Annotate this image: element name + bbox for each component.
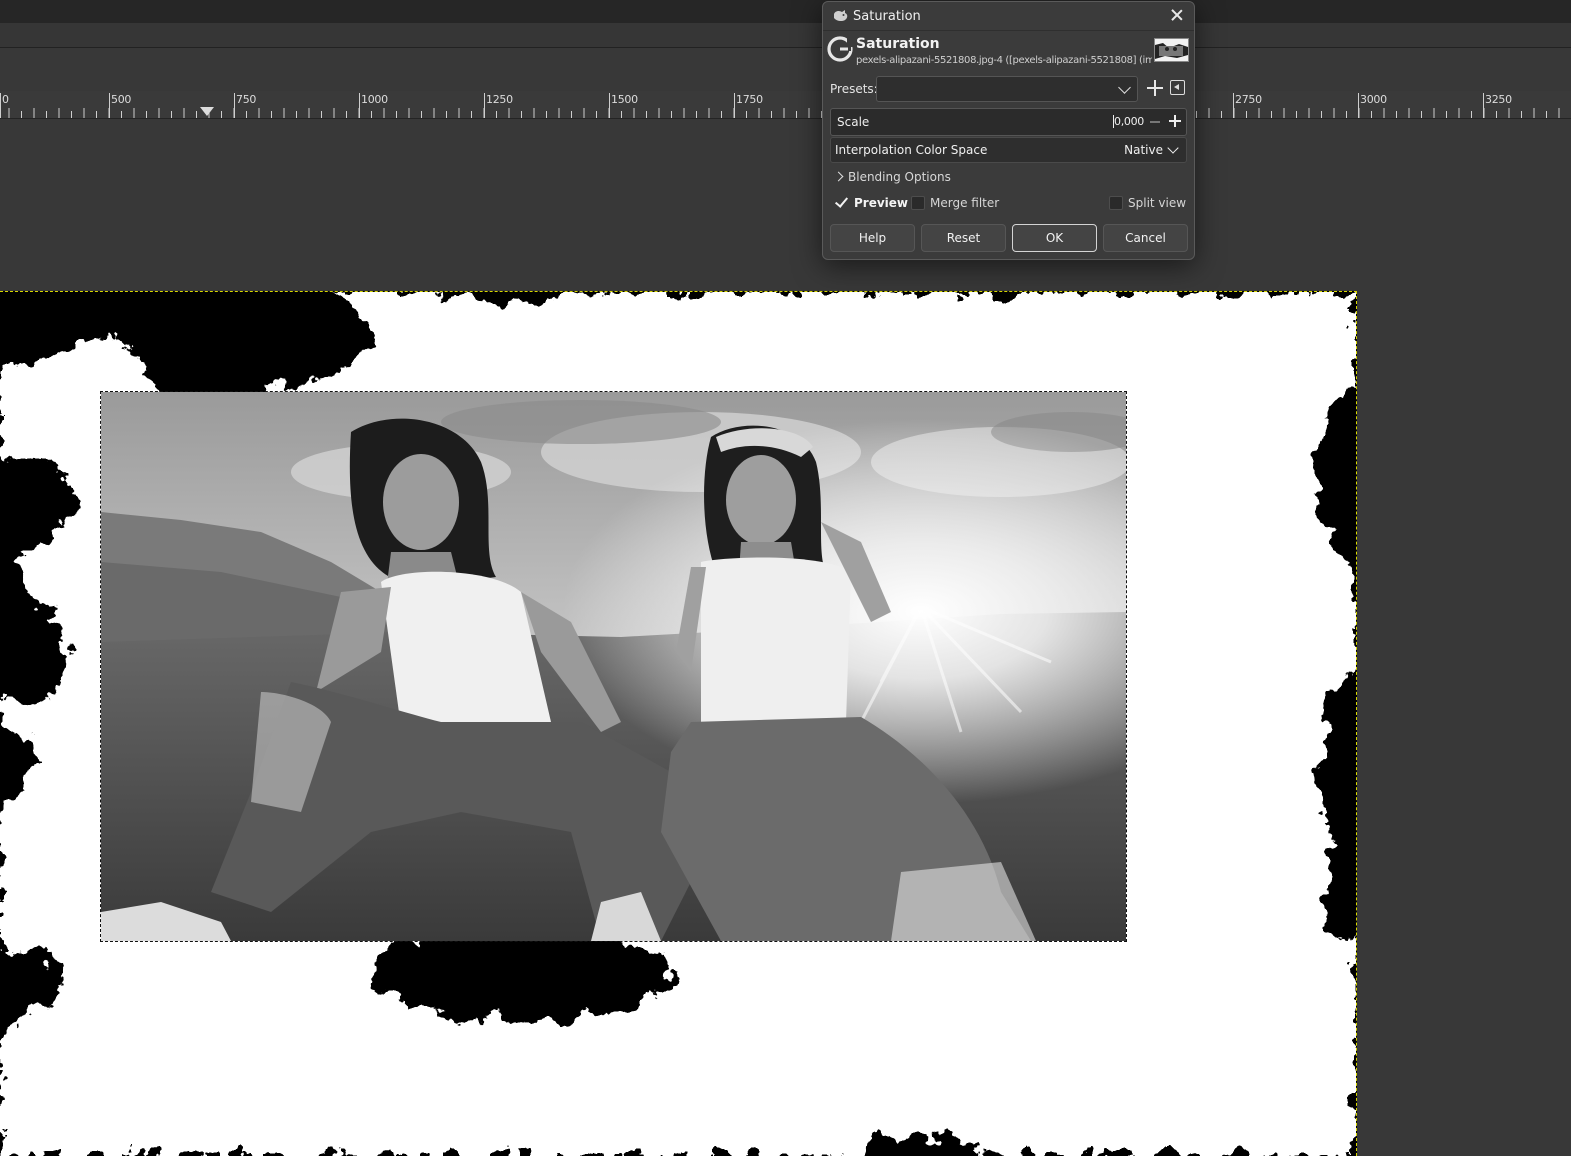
ruler-label: 1000 [359, 93, 388, 118]
pointer-position-marker [200, 107, 214, 116]
merge-filter-label: Merge filter [930, 196, 1000, 210]
dialog-buttons: Help Reset OK Cancel [830, 224, 1188, 252]
operation-header: Saturation pexels-alipazani-5521808.jpg-… [827, 35, 1189, 71]
ruler-label: 3250 [1483, 93, 1512, 118]
checkbox-box [911, 196, 925, 210]
dialog-titlebar[interactable]: Saturation [823, 2, 1194, 31]
preview-label: Preview [854, 196, 909, 210]
presets-label: Presets: [830, 82, 878, 96]
interpolation-value: Native [1124, 143, 1163, 157]
ruler-label: 0 [0, 93, 9, 118]
help-button[interactable]: Help [830, 224, 915, 252]
layer-thumbnail [1154, 38, 1189, 62]
saturation-dialog: Saturation Saturation pexels-alipazani-5… [822, 1, 1195, 260]
interpolation-label: Interpolation Color Space [835, 143, 988, 157]
interpolation-color-space-dropdown[interactable]: Interpolation Color Space Native [830, 137, 1187, 163]
title-bar [0, 0, 1571, 23]
ruler-label: 500 [108, 93, 132, 118]
operation-subtitle: pexels-alipazani-5521808.jpg-4 ([pexels-… [856, 55, 1152, 66]
options-row: Preview Merge filter Split view [835, 195, 1187, 213]
ok-button[interactable]: OK [1012, 224, 1097, 252]
checkmark-icon [835, 196, 847, 208]
presets-row: Presets: [830, 76, 1188, 102]
ruler-label: 3000 [1358, 93, 1387, 118]
chevron-right-icon [833, 171, 844, 182]
photo-content [101, 392, 1126, 941]
ruler-label: 750 [233, 93, 257, 118]
close-icon[interactable] [1169, 7, 1185, 23]
ruler-label: 1500 [609, 93, 638, 118]
gimp-logo-icon [827, 36, 853, 62]
split-view-label: Split view [1128, 196, 1187, 210]
scale-value-input[interactable]: 0,000 [1113, 115, 1144, 128]
thumbnail-image [1155, 39, 1188, 61]
ruler-label: 1250 [484, 93, 513, 118]
grayscale-photo[interactable] [100, 391, 1127, 942]
scale-spin-scale[interactable]: Scale 0,000 [830, 108, 1187, 136]
ruler-label: 1750 [734, 93, 763, 118]
scale-label: Scale [837, 115, 870, 129]
add-preset-icon[interactable] [1145, 78, 1165, 98]
preset-menu-icon[interactable] [1170, 80, 1185, 95]
chevron-down-icon [1167, 142, 1179, 154]
blending-options-label: Blending Options [848, 170, 951, 184]
reset-button[interactable]: Reset [921, 224, 1006, 252]
blending-options-expander[interactable]: Blending Options [833, 170, 951, 188]
operation-title: Saturation [856, 36, 940, 52]
dialog-title: Saturation [853, 9, 921, 24]
checkbox-box [1109, 196, 1123, 210]
plus-icon[interactable] [1166, 112, 1184, 130]
ruler-label: 2750 [1233, 93, 1262, 118]
chevron-down-icon [1118, 81, 1131, 94]
minus-icon[interactable] [1146, 112, 1164, 130]
cancel-button[interactable]: Cancel [1103, 224, 1188, 252]
gimp-wilber-icon [834, 10, 848, 22]
presets-dropdown[interactable] [876, 76, 1138, 102]
horizontal-ruler[interactable]: 0 500 750 1000 1250 1500 1750 2750 3000 … [0, 91, 1571, 119]
menu-bar [0, 23, 1571, 48]
